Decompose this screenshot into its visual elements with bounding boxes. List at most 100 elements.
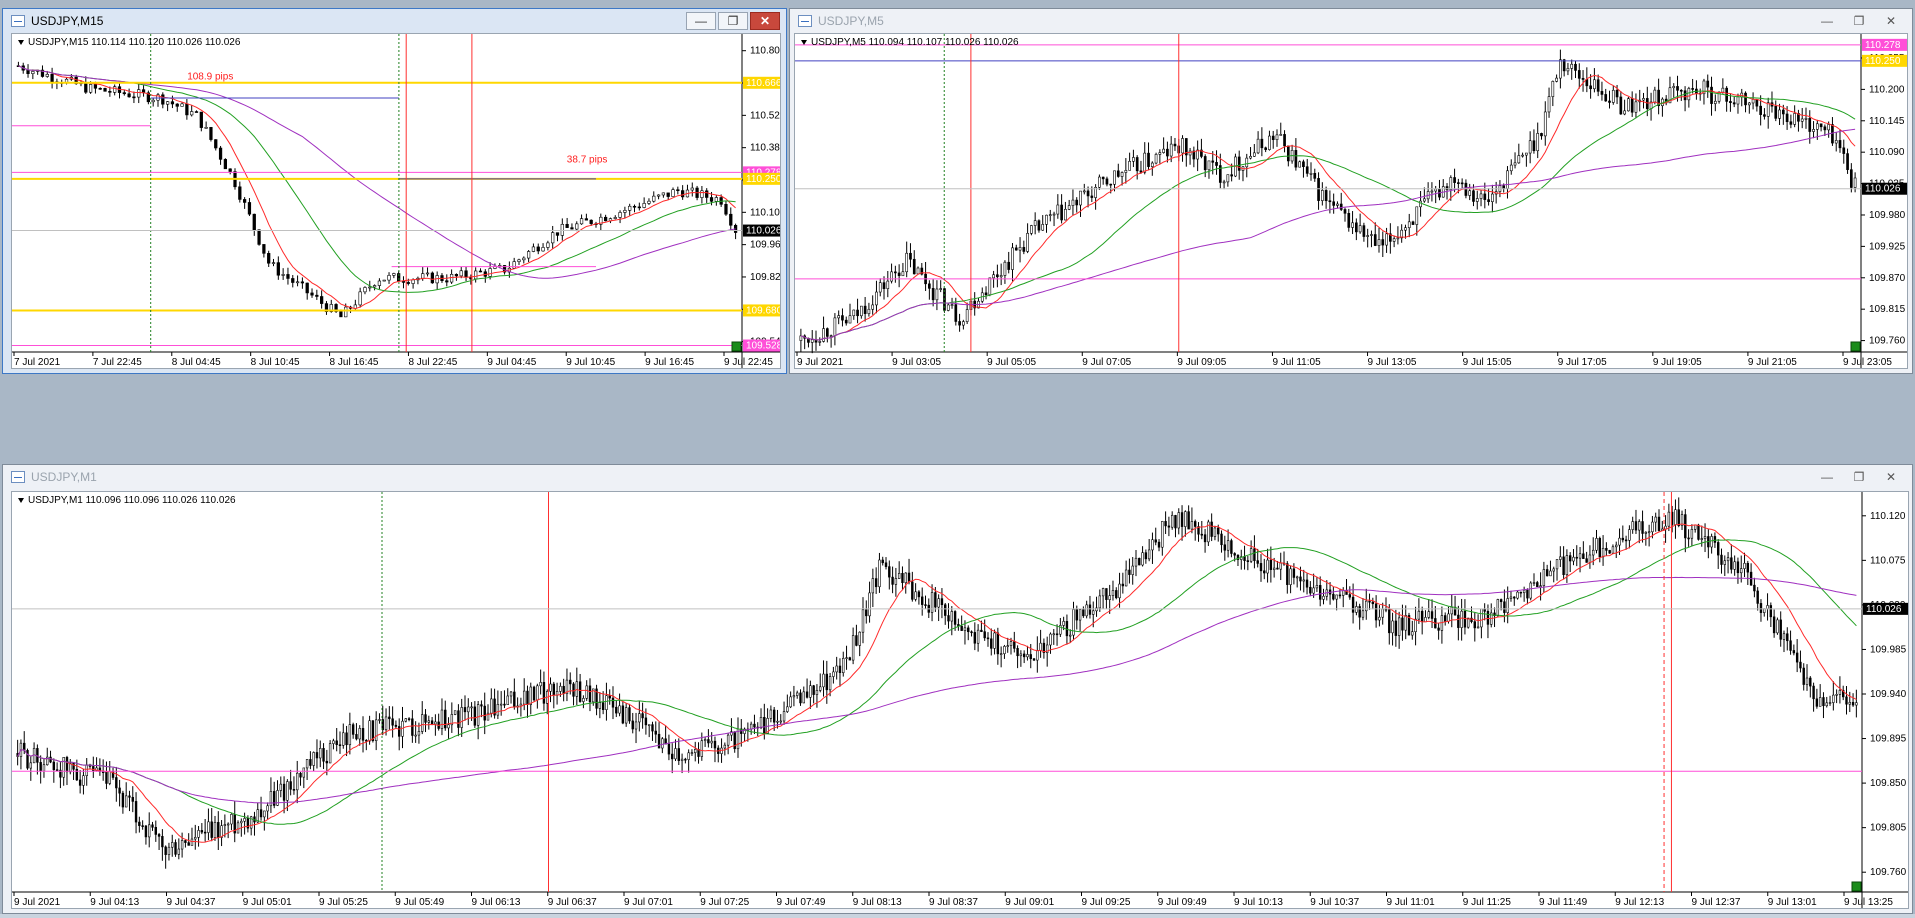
candle-body: [115, 777, 118, 789]
candle-body: [1361, 610, 1365, 618]
close-button[interactable]: ✕: [1876, 12, 1906, 30]
candle-body: [291, 278, 295, 283]
candle-body: [1486, 610, 1490, 625]
candle-body: [1233, 553, 1236, 556]
chart-window-m1[interactable]: USDJPY,M1 — ❐ ✕ 110.120110.075110.030109…: [2, 464, 1913, 914]
candle-body: [1343, 209, 1347, 214]
candle-body: [1055, 633, 1059, 636]
candle-body: [506, 695, 509, 705]
chart-canvas[interactable]: 110.120110.075110.030109.985109.940109.8…: [12, 492, 1909, 909]
candle-body: [705, 190, 709, 198]
chart-canvas[interactable]: 110.805110.665110.525110.385110.245110.1…: [12, 34, 781, 369]
candle-body: [861, 609, 865, 633]
candle-body: [881, 559, 884, 564]
restore-button[interactable]: ❐: [1844, 468, 1874, 486]
candle-body: [634, 721, 638, 730]
candle-body: [332, 740, 335, 744]
candle-body: [628, 707, 631, 722]
candle-body: [1723, 560, 1726, 565]
candle-body: [611, 697, 615, 708]
candle-body: [1200, 533, 1203, 536]
candle-body: [894, 271, 897, 274]
window-titlebar[interactable]: USDJPY,M15 — ❐ ✕: [3, 9, 786, 33]
close-button[interactable]: ✕: [1876, 468, 1906, 486]
chart-window-icon: [798, 15, 812, 27]
time-label: 9 Jul 11:25: [1463, 897, 1512, 908]
candle-body: [623, 210, 627, 213]
candle-body: [1618, 537, 1621, 546]
level-price-tag-text: 109.680: [746, 305, 781, 316]
candle-body: [1116, 170, 1120, 177]
price-label: 109.815: [1869, 304, 1906, 315]
minimize-button[interactable]: —: [1812, 12, 1842, 30]
candle-body: [1128, 569, 1131, 575]
chart-plot-area[interactable]: 110.255110.200110.145110.090110.035109.9…: [794, 33, 1908, 369]
time-label: 9 Jul 07:25: [700, 897, 749, 908]
time-label: 9 Jul 16:45: [645, 357, 694, 368]
candle-body: [72, 762, 75, 770]
window-titlebar[interactable]: USDJPY,M5 — ❐ ✕: [790, 9, 1912, 33]
candle-body: [1785, 113, 1789, 123]
window-titlebar[interactable]: USDJPY,M1 — ❐ ✕: [3, 465, 1912, 489]
candle-body: [1071, 199, 1075, 206]
candle-body: [180, 840, 184, 850]
candle-body: [891, 576, 894, 585]
close-button[interactable]: ✕: [750, 12, 780, 30]
candle-body: [1177, 512, 1180, 529]
candle-body: [1615, 89, 1619, 98]
time-label: 9 Jul 05:25: [319, 897, 368, 908]
candle-body: [335, 740, 338, 745]
candle-body: [897, 272, 901, 277]
candle-body: [1778, 109, 1781, 119]
chart-canvas[interactable]: 110.255110.200110.145110.090110.035109.9…: [795, 34, 1908, 369]
candle-body: [1581, 78, 1585, 80]
chart-window-m5[interactable]: USDJPY,M5 — ❐ ✕ 110.255110.200110.145110…: [789, 8, 1913, 374]
chart-window-m15[interactable]: USDJPY,M15 — ❐ ✕ 110.805110.665110.52511…: [2, 8, 787, 374]
minimize-button[interactable]: —: [1812, 468, 1842, 486]
candle-body: [1532, 582, 1536, 584]
candle-body: [358, 728, 361, 740]
current-price-text: 110.026: [746, 226, 781, 237]
chart-plot-area[interactable]: 110.120110.075110.030109.985109.940109.8…: [11, 491, 1909, 909]
candle-body: [62, 757, 65, 778]
candle-body: [175, 103, 179, 107]
chart-plot-area[interactable]: 110.805110.665110.525110.385110.245110.1…: [11, 33, 781, 369]
candle-body: [228, 168, 232, 172]
candle-body: [1052, 213, 1056, 216]
candle-body: [529, 686, 532, 705]
collapse-triangle-icon[interactable]: [801, 39, 807, 45]
candle-body: [463, 707, 467, 713]
candle-body: [1638, 521, 1641, 531]
candle-body: [1615, 544, 1618, 548]
candle-body: [1143, 152, 1147, 173]
candle-body: [286, 781, 289, 801]
candle-body: [1517, 155, 1521, 164]
time-label: 9 Jul 12:37: [1692, 897, 1741, 908]
candle-body: [882, 282, 886, 289]
candle-body: [1016, 648, 1019, 657]
candle-body: [589, 219, 593, 224]
candle-body: [1776, 619, 1779, 634]
window-title: USDJPY,M5: [818, 14, 884, 28]
candle-body: [1532, 140, 1536, 152]
collapse-triangle-icon[interactable]: [18, 497, 24, 503]
candle-body: [98, 87, 102, 90]
candle-body: [588, 685, 592, 703]
restore-button[interactable]: ❐: [1844, 12, 1874, 30]
candle-body: [759, 716, 763, 729]
candle-body: [320, 296, 324, 304]
candle-body: [628, 205, 632, 211]
candle-body: [826, 328, 829, 337]
candle-body: [105, 771, 108, 784]
restore-button[interactable]: ❐: [718, 12, 748, 30]
candle-body: [983, 631, 986, 639]
minimize-button[interactable]: —: [686, 12, 716, 30]
candle-body: [1743, 562, 1746, 569]
candle-body: [1082, 190, 1086, 193]
candle-body: [1181, 138, 1184, 154]
time-label: 9 Jul 09:25: [1082, 897, 1131, 908]
collapse-triangle-icon[interactable]: [18, 39, 24, 45]
candle-body: [1355, 222, 1358, 233]
candle-body: [605, 695, 608, 710]
candle-body: [1132, 157, 1135, 162]
